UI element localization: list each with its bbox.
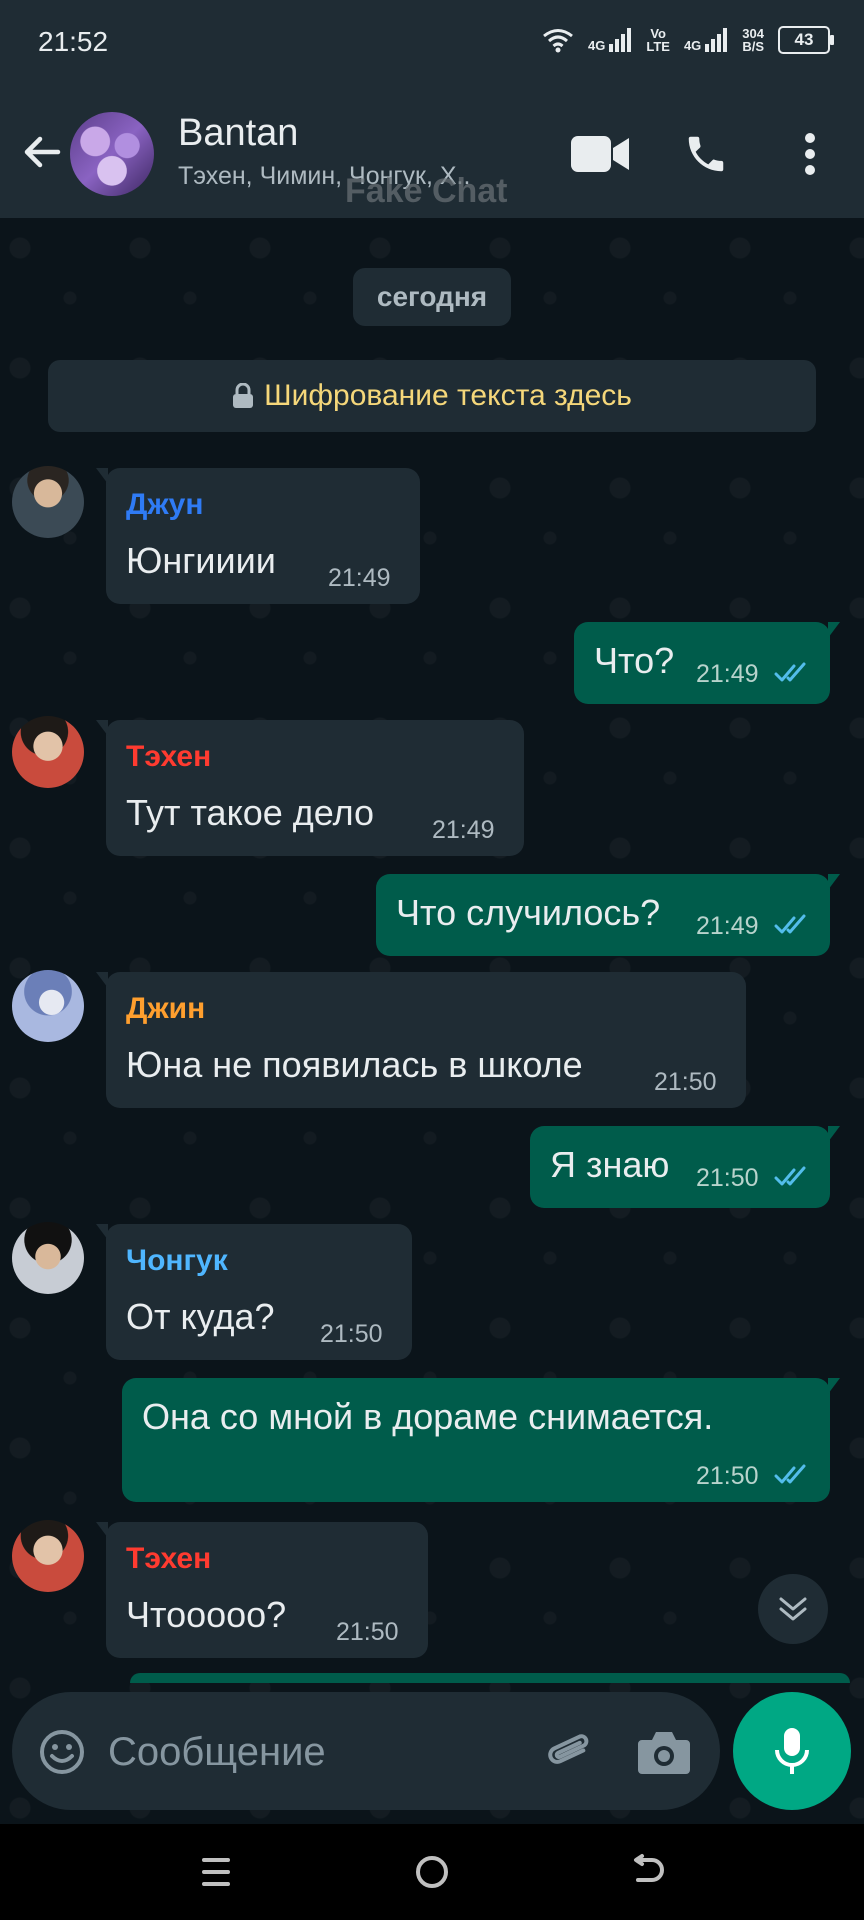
message-time: 21:50 bbox=[336, 1618, 399, 1646]
encryption-text: Шифрование текста здесь bbox=[264, 379, 632, 412]
chat-title[interactable]: Bantan bbox=[178, 112, 298, 155]
status-time: 21:52 bbox=[38, 26, 109, 57]
volte-indicator: Vo LTE bbox=[646, 27, 670, 53]
paperclip-icon[interactable] bbox=[542, 1724, 598, 1780]
message-text: Чтоoooo? bbox=[126, 1594, 287, 1635]
message-time: 21:50 bbox=[696, 1462, 759, 1490]
message-outgoing[interactable]: Что случилось? 21:49 bbox=[376, 874, 840, 956]
system-nav-bar bbox=[0, 1824, 864, 1920]
message-time: 21:50 bbox=[320, 1320, 383, 1348]
sender-name: Чонгук bbox=[126, 1244, 228, 1277]
message-text: Я знаю bbox=[550, 1144, 670, 1185]
lock-icon bbox=[233, 383, 254, 408]
video-camera-icon bbox=[571, 136, 629, 172]
message-text: Что? bbox=[594, 640, 675, 681]
avatar-taehyung[interactable] bbox=[12, 716, 84, 788]
encryption-banner[interactable]: Шифрование текста здесь bbox=[48, 360, 816, 432]
avatar-jun[interactable] bbox=[12, 466, 84, 538]
double-chevron-down-icon bbox=[779, 1597, 807, 1621]
avatar-taehyung[interactable] bbox=[12, 1520, 84, 1592]
phone-icon bbox=[688, 136, 724, 172]
status-bar: 21:52 4G Vo LTE 4G 304 B/S 43 bbox=[0, 0, 864, 90]
speed-unit: B/S bbox=[742, 39, 764, 54]
message-incoming[interactable]: Тэхен Чтоoooo? 21:50 bbox=[96, 1522, 428, 1658]
message-time: 21:50 bbox=[696, 1164, 759, 1192]
battery-indicator: 43 bbox=[778, 26, 834, 54]
signal-bars-icon bbox=[609, 28, 632, 52]
avatar-jin[interactable] bbox=[12, 970, 84, 1042]
message-text: Юна не появилась в школе bbox=[126, 1044, 583, 1085]
more-vert-icon bbox=[805, 133, 815, 175]
video-call-button[interactable] bbox=[570, 124, 630, 184]
read-ticks-icon bbox=[774, 1464, 806, 1484]
read-ticks-icon bbox=[774, 1166, 806, 1186]
message-outgoing[interactable]: Я знаю 21:50 bbox=[530, 1126, 840, 1208]
watermark: Fake Chat bbox=[345, 172, 508, 210]
message-incoming[interactable]: Тэхен Тут такое дело 21:49 bbox=[96, 720, 524, 856]
signal-2: 4G bbox=[684, 28, 728, 52]
sender-name: Тэхен bbox=[126, 1542, 212, 1575]
message-text: Тут такое дело bbox=[126, 792, 375, 833]
network-type-1: 4G bbox=[588, 38, 606, 53]
message-incoming[interactable]: Джин Юна не появилась в школе 21:50 bbox=[96, 972, 746, 1108]
signal-1: 4G bbox=[588, 28, 632, 52]
camera-icon[interactable] bbox=[636, 1726, 692, 1778]
back-arrow-icon[interactable] bbox=[18, 128, 66, 176]
composer-bar bbox=[12, 1692, 720, 1810]
message-outgoing[interactable]: Что? 21:49 bbox=[574, 622, 840, 704]
network-type-2: 4G bbox=[683, 38, 702, 53]
message-time: 21:49 bbox=[432, 816, 495, 844]
microphone-icon bbox=[775, 1728, 809, 1774]
message-text: От куда? bbox=[126, 1296, 275, 1337]
message-outgoing-partial[interactable] bbox=[130, 1673, 850, 1683]
network-speed: 304 B/S bbox=[742, 27, 764, 53]
message-incoming[interactable]: Чонгук От куда? 21:50 bbox=[96, 1224, 412, 1360]
battery-level: 43 bbox=[794, 30, 814, 49]
message-text: Что случилось? bbox=[396, 892, 661, 933]
message-input[interactable] bbox=[106, 1720, 440, 1784]
message-text: Она со мной в дораме снимается. bbox=[142, 1396, 714, 1437]
message-incoming[interactable]: Джун Юнгииии 21:49 bbox=[96, 468, 420, 604]
message-time: 21:49 bbox=[696, 912, 759, 940]
back-nav-icon[interactable] bbox=[624, 1848, 672, 1896]
scroll-to-bottom-button[interactable] bbox=[758, 1574, 828, 1644]
message-text: Юнгииии bbox=[126, 540, 276, 581]
message-time: 21:49 bbox=[328, 564, 391, 592]
sender-name: Джун bbox=[126, 488, 204, 521]
sender-name: Джин bbox=[126, 992, 206, 1025]
avatar-jungkook[interactable] bbox=[12, 1222, 84, 1294]
recent-apps-icon[interactable] bbox=[192, 1848, 240, 1896]
message-time: 21:50 bbox=[654, 1068, 717, 1096]
read-ticks-icon bbox=[774, 914, 806, 934]
message-time: 21:49 bbox=[696, 660, 759, 688]
date-chip: сегодня bbox=[353, 268, 511, 326]
volte-bottom: LTE bbox=[646, 39, 670, 54]
voice-call-button[interactable] bbox=[676, 124, 736, 184]
voice-record-button[interactable] bbox=[733, 1692, 851, 1810]
status-icons: 4G Vo LTE 4G 304 B/S 43 bbox=[542, 26, 834, 54]
home-icon[interactable] bbox=[408, 1848, 456, 1896]
sender-name: Тэхен bbox=[126, 740, 212, 773]
emoji-icon[interactable] bbox=[38, 1728, 86, 1776]
signal-bars-icon bbox=[705, 28, 728, 52]
message-outgoing[interactable]: Она со мной в дораме снимается. 21:50 bbox=[122, 1378, 840, 1502]
group-avatar[interactable] bbox=[70, 112, 154, 196]
read-ticks-icon bbox=[774, 662, 806, 682]
wifi-icon bbox=[543, 29, 573, 53]
more-options-button[interactable] bbox=[780, 124, 840, 184]
